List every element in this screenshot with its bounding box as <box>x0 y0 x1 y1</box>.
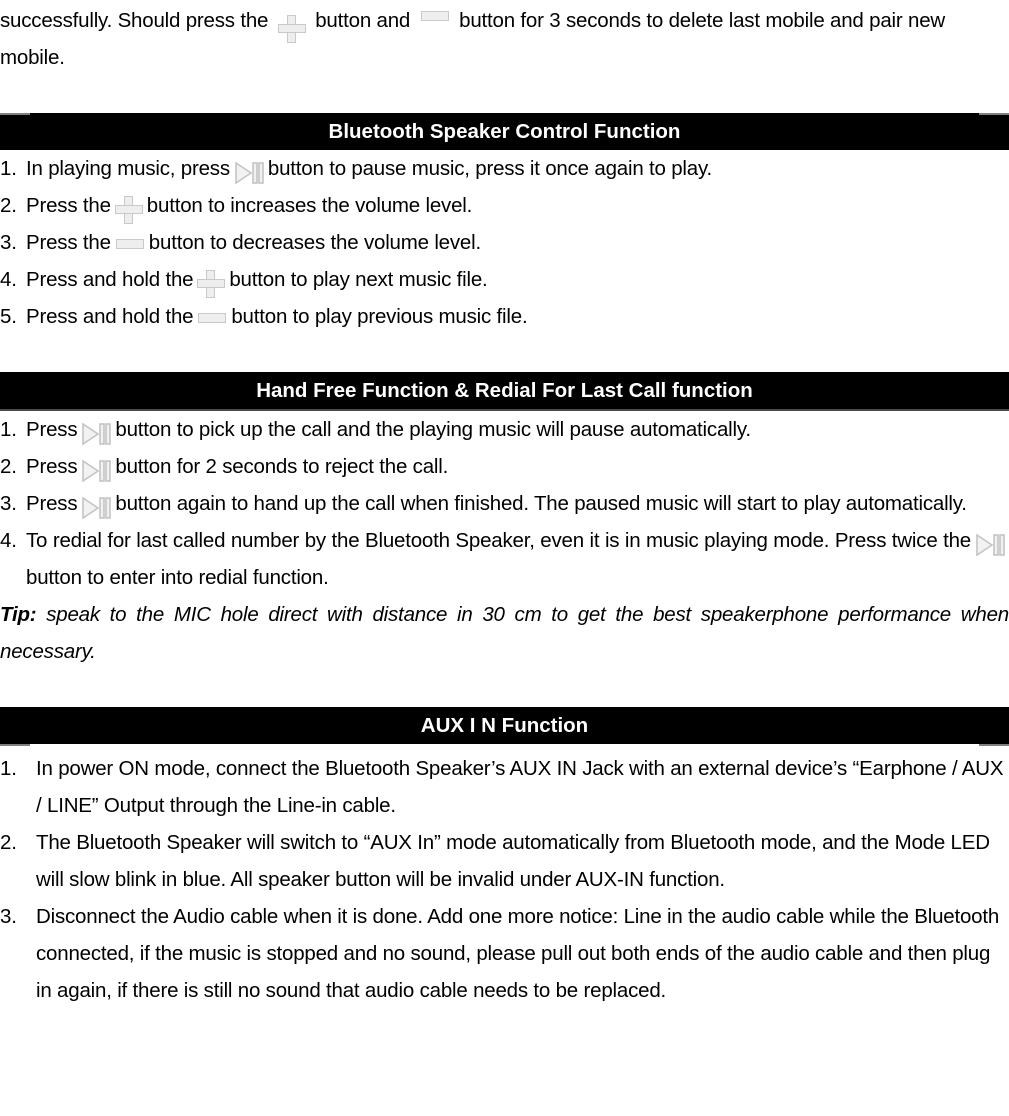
list-item-body: Press button for 2 seconds to reject the … <box>26 448 1009 485</box>
list-item: 4. Press and hold the button to play next… <box>0 261 1009 299</box>
list-item-text-pre: Press and hold the <box>26 268 194 291</box>
list-item-text-post: button to pick up the call and the playi… <box>115 418 751 441</box>
intro-paragraph: successfully. Should press the button an… <box>0 0 1009 76</box>
list-item-number: 1. <box>0 418 17 441</box>
tip-text: speak to the MIC hole direct with distan… <box>0 603 1009 663</box>
list-item: 1. In power ON mode, connect the Bluetoo… <box>0 750 1009 824</box>
list-item-number: 4. <box>0 529 17 552</box>
list-item: 2. Press the button to increases the volu… <box>0 187 1009 225</box>
section-heading-bluetooth-speaker-control: Bluetooth Speaker Control Function <box>0 113 1009 150</box>
list-item-number: 3. <box>0 231 17 254</box>
list-item-number: 3. <box>0 492 17 515</box>
play-pause-icon <box>81 421 112 447</box>
list-item-text: The Bluetooth Speaker will switch to “AU… <box>36 831 990 891</box>
list-item-body: Press the button to decreases the volume … <box>26 224 1009 261</box>
tip-label: Tip: <box>0 603 37 626</box>
minus-icon <box>420 10 449 21</box>
list-item-text-pre: Press and hold the <box>26 305 194 328</box>
list-item-number: 2. <box>0 831 17 854</box>
list-item: 4. To redial for last called number by t… <box>0 522 1009 596</box>
play-pause-icon <box>81 458 112 484</box>
list-item-number: 5. <box>0 305 17 328</box>
list-item-text-pre: Press <box>26 455 78 478</box>
list-item-body: To redial for last called number by the … <box>26 522 1009 596</box>
plus-icon <box>277 14 306 43</box>
document-page: successfully. Should press the button an… <box>0 0 1009 1116</box>
list-item-text-post: button for 2 seconds to reject the call. <box>115 455 449 478</box>
section-heading-hand-free-redial: Hand Free Function & Redial For Last Cal… <box>0 372 1009 409</box>
list-item-text-pre: In playing music, press <box>26 157 230 180</box>
play-pause-icon <box>81 495 112 521</box>
list-item-number: 3. <box>0 905 17 928</box>
intro-text-before-plus: successfully. Should press the <box>0 9 269 32</box>
list-item-body: Press and hold the button to play next mu… <box>26 261 1009 299</box>
list-item-text: In power ON mode, connect the Bluetooth … <box>36 757 1004 817</box>
list-item-number: 1. <box>0 757 17 780</box>
list-item-body: Press button to pick up the call and the … <box>26 411 1009 448</box>
section-heading-label: Hand Free Function & Redial For Last Cal… <box>256 379 753 402</box>
tip-paragraph: Tip: speak to the MIC hole direct with d… <box>0 596 1009 670</box>
list-item-text: Disconnect the Audio cable when it is do… <box>36 905 1000 1002</box>
list-item-text-post: button to play next music file. <box>229 268 488 291</box>
plus-icon <box>197 270 226 299</box>
list-item-text-post: button to pause music, press it once aga… <box>267 157 713 180</box>
section-heading-label: Bluetooth Speaker Control Function <box>328 120 681 143</box>
list-item-text-post: button to increases the volume level. <box>146 194 473 217</box>
list-item-text-pre: Press the <box>26 194 111 217</box>
list-item-text-post: button to decreases the volume level. <box>148 231 481 254</box>
list-hand-free-redial: 1. Press button to pick up the call and t… <box>0 411 1009 596</box>
list-item-text-pre: To redial for last called number by the … <box>26 529 971 552</box>
list-item: 3. Disconnect the Audio cable when it is… <box>0 898 1009 1009</box>
section-heading-aux-in: AUX I N Function <box>0 707 1009 746</box>
list-item-text-post: button to enter into redial function. <box>26 566 329 589</box>
minus-icon <box>115 238 144 249</box>
list-item: 5. Press and hold the button to play prev… <box>0 298 1009 335</box>
list-item: 2. Press button for 2 seconds to reject t… <box>0 448 1009 485</box>
play-pause-icon <box>975 532 1005 558</box>
play-pause-icon <box>234 160 264 186</box>
minus-icon <box>198 312 227 323</box>
list-item-text-post: button again to hand up the call when fi… <box>115 492 967 515</box>
plus-icon <box>114 196 143 225</box>
list-aux-in: 1. In power ON mode, connect the Bluetoo… <box>0 750 1009 1009</box>
list-item-text-post: button to play previous music file. <box>231 305 528 328</box>
list-item: 3. Press the button to decreases the volu… <box>0 224 1009 261</box>
list-item-number: 4. <box>0 268 17 291</box>
list-item-text-pre: Press <box>26 492 78 515</box>
list-item-body: Press and hold the button to play previou… <box>26 298 1009 335</box>
list-item-number: 2. <box>0 194 17 217</box>
list-item-number: 2. <box>0 455 17 478</box>
list-item: 3. Press button again to hand up the call… <box>0 485 1009 522</box>
list-item-body: Press the button to increases the volume … <box>26 187 1009 225</box>
list-bluetooth-speaker-control: 1. In playing music, press button to paus… <box>0 150 1009 335</box>
list-item-body: Press button again to hand up the call wh… <box>26 485 1009 522</box>
intro-text-between: button and <box>315 9 411 32</box>
list-item: 2. The Bluetooth Speaker will switch to … <box>0 824 1009 898</box>
section-heading-label: AUX I N Function <box>420 714 589 737</box>
list-item-text-pre: Press <box>26 418 78 441</box>
list-item: 1. Press button to pick up the call and t… <box>0 411 1009 448</box>
list-item: 1. In playing music, press button to paus… <box>0 150 1009 187</box>
list-item-number: 1. <box>0 157 17 180</box>
list-item-text-pre: Press the <box>26 231 111 254</box>
list-item-body: In playing music, press button to pause m… <box>26 150 1009 187</box>
